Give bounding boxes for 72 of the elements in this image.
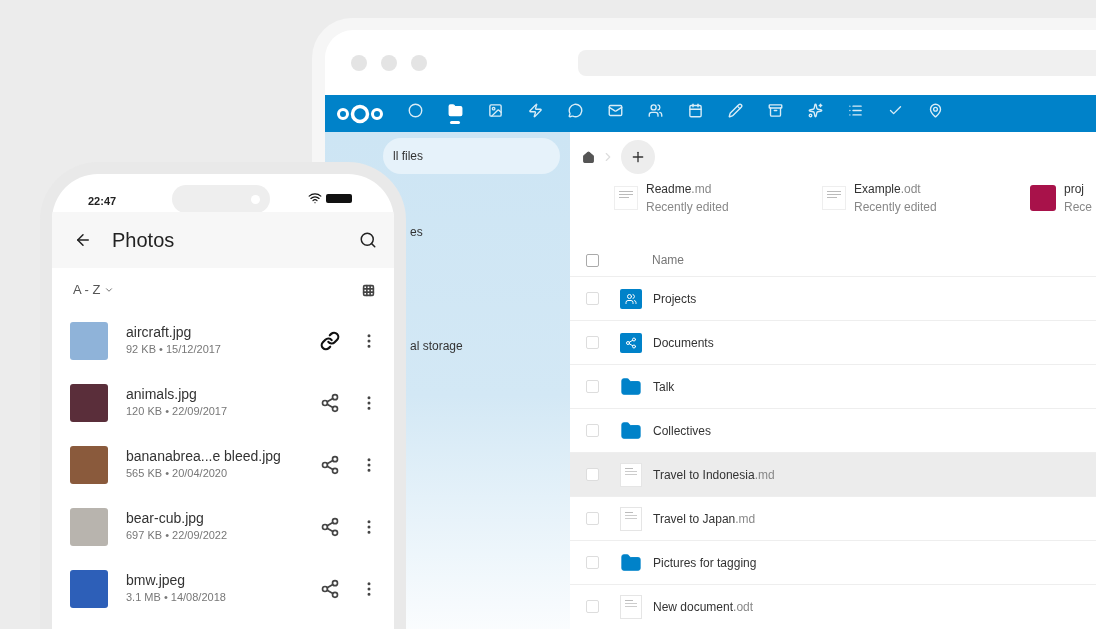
screen-title: Photos (112, 228, 176, 253)
checkbox[interactable] (586, 253, 599, 267)
file-name: Talk (653, 378, 675, 396)
share-icon[interactable] (320, 517, 340, 537)
chevron-down-icon (104, 285, 115, 295)
file-name: Collectives (653, 422, 712, 440)
document-thumbnail-icon (822, 186, 846, 210)
share-icon[interactable] (320, 393, 340, 413)
document-thumbnail-icon (620, 462, 642, 487)
folder-icon (620, 551, 642, 574)
photo-placeholder (70, 322, 108, 360)
photo-placeholder (70, 508, 108, 546)
photo-name: bear-cub.jpg (126, 510, 205, 527)
link-icon[interactable] (320, 331, 340, 351)
sidebar-item[interactable]: al storage (408, 328, 465, 364)
file-name: Travel to Indonesia.md (653, 466, 775, 484)
file-name: New document.odt (653, 598, 754, 616)
group-folder-icon (620, 288, 642, 309)
shared-folder-icon (620, 332, 642, 353)
recent-file-note: Recently edited (854, 199, 937, 216)
file-name: Travel to Japan.md (653, 510, 756, 528)
recent-file-name: proj (1064, 181, 1085, 198)
document-thumbnail-icon (620, 506, 642, 531)
sidebar-item[interactable]: ll files (383, 138, 560, 174)
file-name: Documents (653, 334, 714, 352)
file-name: Pictures for tagging (653, 554, 757, 572)
photo-name: bmw.jpeg (126, 572, 187, 589)
photo-meta: 697 KB • 22/09/2022 (126, 528, 229, 543)
plus-icon (630, 149, 646, 165)
recent-file-name: Example.odt (854, 181, 922, 198)
photo-placeholder (1030, 185, 1056, 211)
share-icon[interactable] (320, 579, 340, 599)
column-header[interactable]: Name (652, 251, 684, 269)
wifi-icon (308, 191, 322, 205)
home-icon[interactable] (582, 150, 595, 164)
add-button[interactable] (621, 140, 655, 174)
photo-placeholder (70, 384, 108, 422)
recent-file-note: Rece (1064, 199, 1092, 216)
photo-name: bananabrea...e bleed.jpg (126, 448, 282, 465)
photo-placeholder (70, 570, 108, 608)
photo-row[interactable]: animals.jpg 120 KB • 22/09/2017 (52, 372, 394, 434)
grid-view-icon[interactable] (362, 283, 375, 297)
recent-file[interactable]: Example.odt Recently edited (822, 180, 1030, 216)
photo-name: aircraft.jpg (126, 324, 193, 341)
photo-meta: 3.1 MB • 14/08/2018 (126, 590, 227, 605)
photo-meta: 92 KB • 15/12/2017 (126, 342, 222, 357)
file-row[interactable]: Travel to Indonesia.md (570, 452, 1096, 496)
battery-icon (326, 194, 352, 203)
photo-row[interactable]: bmw.jpeg 3.1 MB • 14/08/2018 (52, 558, 394, 620)
photo-placeholder (70, 446, 108, 484)
photo-name: animals.jpg (126, 386, 198, 403)
sort-button[interactable]: A - Z (73, 280, 115, 300)
photo-row[interactable]: aircraft.jpg 92 KB • 15/12/2017 (52, 310, 394, 372)
search-icon[interactable] (359, 231, 377, 249)
recent-file-name: Readme.md (646, 181, 713, 198)
file-name: Projects (653, 290, 697, 308)
photo-row[interactable]: bear-cub.jpg 697 KB • 22/09/2022 (52, 496, 394, 558)
sidebar-item[interactable]: es (408, 214, 425, 250)
document-thumbnail-icon (620, 594, 642, 619)
share-icon[interactable] (320, 455, 340, 475)
photo-meta: 120 KB • 22/09/2017 (126, 404, 229, 419)
photo-row[interactable]: bananabrea...e bleed.jpg 565 KB • 20/04/2020 (52, 434, 394, 496)
recent-file[interactable]: Readme.md Recently edited (614, 180, 822, 216)
photo-meta: 565 KB • 20/04/2020 (126, 466, 229, 481)
back-icon[interactable] (74, 231, 92, 249)
document-thumbnail-icon (614, 186, 638, 210)
logo-icon (336, 102, 384, 125)
recent-file-note: Recently edited (646, 199, 729, 216)
status-time: 22:47 (88, 194, 118, 209)
folder-icon (620, 375, 642, 398)
recent-file[interactable]: proj Rece (1030, 180, 1096, 216)
folder-icon (620, 419, 642, 442)
